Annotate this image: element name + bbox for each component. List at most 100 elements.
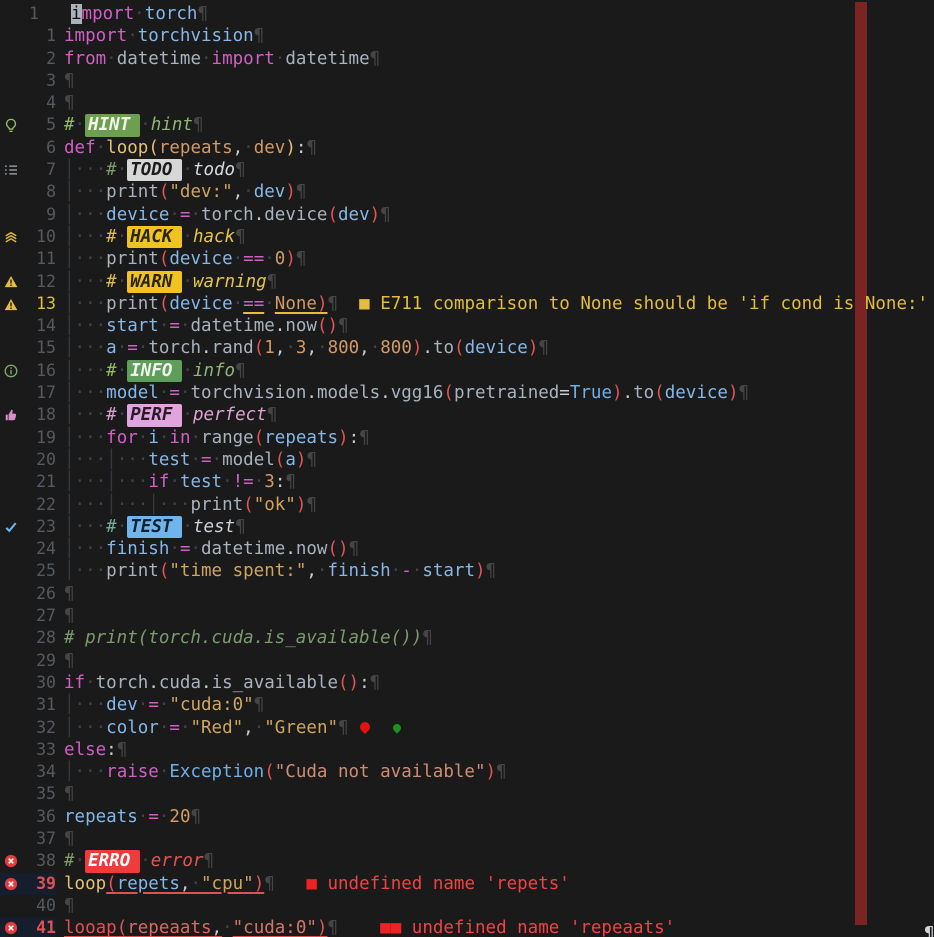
code-line-text[interactable]: │···print("time spent:",·finish·-·start)… bbox=[56, 560, 934, 582]
code-line-text[interactable]: │···│···│···print("ok")¶ bbox=[56, 494, 934, 516]
code-line-text[interactable]: #·HINT·hint¶ bbox=[56, 114, 934, 136]
line-number: 40 bbox=[22, 895, 56, 917]
code-line-text[interactable]: ¶ bbox=[56, 650, 934, 672]
code-line-text[interactable]: ¶ bbox=[56, 895, 934, 917]
pilcrow-icon: ¶ bbox=[306, 138, 317, 158]
token-variable: i bbox=[148, 428, 159, 448]
token-number: 800 bbox=[328, 338, 360, 358]
lightbulb-sign-icon[interactable] bbox=[0, 114, 22, 136]
code-line-text[interactable]: ¶ bbox=[56, 828, 934, 850]
editor-line: 15│···a·=·torch.rand(1,·3,·800,·800).to(… bbox=[0, 337, 934, 359]
list-sign-icon[interactable] bbox=[0, 159, 22, 181]
code-line-text[interactable]: looap(repeaats,·"cuda:0")¶ ■■ undefined … bbox=[56, 917, 934, 937]
whitespace-dot: · bbox=[412, 561, 423, 581]
whitespace-dot: ··· bbox=[75, 383, 107, 403]
code-line-text[interactable]: │···#·TODO·todo¶ bbox=[56, 159, 934, 181]
error-sign-icon[interactable] bbox=[0, 873, 22, 895]
token-variable: repets bbox=[117, 874, 180, 894]
whitespace-dot: ··· bbox=[75, 762, 107, 782]
sign-column bbox=[0, 694, 22, 716]
code-line-text[interactable]: # print(torch.cuda.is_available())¶ bbox=[56, 627, 934, 649]
pilcrow-icon: ¶ bbox=[235, 160, 246, 180]
code-line-text[interactable]: │···#·TEST·test¶ bbox=[56, 516, 934, 538]
code-line-text[interactable]: ¶ bbox=[56, 583, 934, 605]
token-operator: = bbox=[127, 338, 138, 358]
token-punctuation: ) bbox=[475, 561, 486, 581]
editor-line: 38#·ERRO·error¶ bbox=[0, 850, 934, 872]
pilcrow-icon: ¶ bbox=[64, 71, 75, 91]
token-variable: device bbox=[169, 294, 232, 314]
editor-line: 27¶ bbox=[0, 605, 934, 627]
token: TODO bbox=[127, 159, 182, 181]
token-identifier: torch bbox=[148, 338, 201, 358]
whitespace-dot: · bbox=[243, 138, 254, 158]
code-line-text[interactable]: │···│···if·test·!=·3:¶ bbox=[56, 471, 934, 493]
code-line-text[interactable]: import·torchvision¶ bbox=[56, 25, 934, 47]
whitespace-dot: · bbox=[169, 472, 180, 492]
code-line-text[interactable]: │···#·HACK·hack¶ bbox=[56, 226, 934, 248]
whitespace-dot: · bbox=[254, 472, 265, 492]
code-line-text[interactable]: ¶ bbox=[56, 783, 934, 805]
sign-column bbox=[0, 650, 22, 672]
sign-column bbox=[0, 25, 22, 47]
code-line-text[interactable]: ¶ bbox=[56, 92, 934, 114]
editor-line: 23│···#·TEST·test¶ bbox=[0, 516, 934, 538]
code-line-text[interactable]: │···start·=·datetime.now()¶ bbox=[56, 315, 934, 337]
token-variable: device bbox=[465, 338, 528, 358]
token-punctuation: . bbox=[623, 383, 634, 403]
code-line-text[interactable]: │···raise·Exception("Cuda not available"… bbox=[56, 761, 934, 783]
editor-line: 3¶ bbox=[0, 70, 934, 92]
info-sign-icon[interactable] bbox=[0, 360, 22, 382]
token-string: "ok" bbox=[254, 495, 296, 515]
sign-column bbox=[0, 560, 22, 582]
code-line-text[interactable]: ¶ bbox=[56, 605, 934, 627]
whitespace-dot: ··· bbox=[75, 182, 107, 202]
editor-line: 2from·datetime·import·datetime¶ bbox=[0, 48, 934, 70]
code-line-text[interactable]: #·ERRO·error¶ bbox=[56, 850, 934, 872]
warning-sign-icon[interactable] bbox=[0, 271, 22, 293]
code-line-text[interactable]: │···print("dev:",·dev)¶ bbox=[56, 181, 934, 203]
error-sign-icon[interactable] bbox=[0, 850, 22, 872]
pilcrow-icon: ¶ bbox=[422, 628, 433, 648]
token-operator: = bbox=[169, 316, 180, 336]
stack-sign-icon[interactable] bbox=[0, 226, 22, 248]
thumb-sign-icon[interactable] bbox=[0, 404, 22, 426]
code-line-text[interactable]: │···#·WARN·warning¶ bbox=[56, 271, 934, 293]
line-number: 12 bbox=[22, 271, 56, 293]
token-operator: - bbox=[401, 561, 412, 581]
code-line-text[interactable]: │···print(device·==·None)¶ ■ E711 compar… bbox=[56, 293, 934, 315]
indent-guide: │ bbox=[64, 472, 75, 492]
pilcrow-icon: ¶ bbox=[235, 227, 246, 247]
token: ERRO bbox=[85, 850, 140, 872]
code-line-text[interactable]: ¶ bbox=[56, 70, 934, 92]
code-line-text[interactable]: import·torch¶ bbox=[63, 3, 934, 25]
warning-sign-icon[interactable] bbox=[0, 293, 22, 315]
code-line-text[interactable]: │···for·i·in·range(repeats):¶ bbox=[56, 427, 934, 449]
sign-column bbox=[0, 204, 22, 226]
code-line-text[interactable]: repeats·=·20¶ bbox=[56, 806, 934, 828]
code-line-text[interactable]: │···device·=·torch.device(dev)¶ bbox=[56, 204, 934, 226]
code-line-text[interactable]: │···dev·=·"cuda:0"¶ bbox=[56, 694, 934, 716]
code-line-text[interactable]: │···│···test·=·model(a)¶ bbox=[56, 449, 934, 471]
code-line-text[interactable]: │···finish·=·datetime.now()¶ bbox=[56, 538, 934, 560]
line-number: 17 bbox=[22, 382, 56, 404]
code-line-text[interactable]: else:¶ bbox=[56, 739, 934, 761]
whitespace-dot: ··· bbox=[75, 316, 107, 336]
code-line-text[interactable]: │···color·=·"Red",·"Green"¶ bbox=[56, 717, 934, 739]
token-identifier: torchvision bbox=[190, 383, 306, 403]
code-line-text[interactable]: from·datetime·import·datetime¶ bbox=[56, 48, 934, 70]
check-sign-icon[interactable] bbox=[0, 516, 22, 538]
token-operator: == bbox=[243, 294, 264, 314]
error-sign-icon[interactable] bbox=[0, 917, 22, 937]
code-line-text[interactable]: │···print(device·==·0)¶ bbox=[56, 248, 934, 270]
code-line-text[interactable]: │···#·PERF·perfect¶ bbox=[56, 404, 934, 426]
code-line-text[interactable]: │···a·=·torch.rand(1,·3,·800,·800).to(de… bbox=[56, 337, 934, 359]
pilcrow-icon: ¶ bbox=[197, 4, 208, 24]
code-line-text[interactable]: if·torch.cuda.is_available():¶ bbox=[56, 672, 934, 694]
token-constant: None bbox=[275, 294, 317, 314]
sign-column bbox=[0, 605, 22, 627]
code-line-text[interactable]: def·loop(repeats,·dev):¶ bbox=[56, 137, 934, 159]
code-line-text[interactable]: │···#·INFO·info¶ bbox=[56, 360, 934, 382]
code-line-text[interactable]: │···model·=·torchvision.models.vgg16(pre… bbox=[56, 382, 934, 404]
code-line-text[interactable]: loop(repets,·"cpu")¶ ■ undefined name 'r… bbox=[56, 873, 934, 895]
